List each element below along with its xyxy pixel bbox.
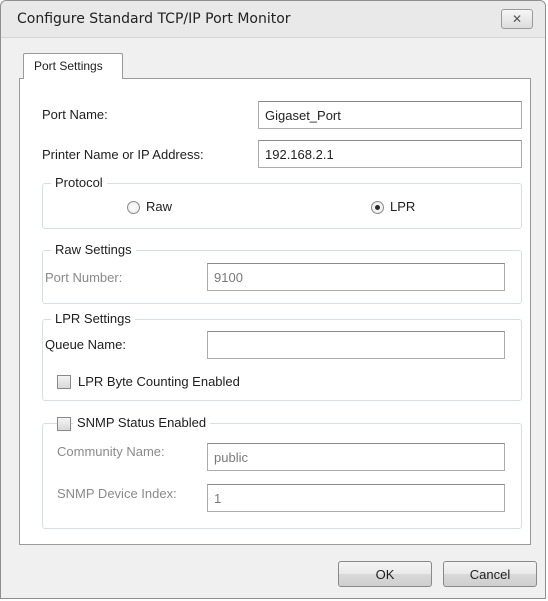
printer-address-input[interactable]: 192.168.2.1 (258, 140, 522, 168)
lpr-settings-group: LPR Settings Queue Name: LPR Byte Counti… (42, 311, 522, 401)
queue-name-input[interactable] (207, 331, 505, 359)
lpr-byte-counting-checkbox[interactable] (57, 375, 71, 389)
raw-settings-title: Raw Settings (51, 242, 136, 257)
snmp-status-checkbox[interactable] (57, 417, 71, 431)
radio-selected-dot (375, 205, 380, 210)
queue-name-label: Queue Name: (45, 337, 126, 352)
protocol-group-title: Protocol (51, 175, 107, 190)
raw-settings-group: Raw Settings Port Number: 9100 (42, 242, 522, 304)
port-number-label: Port Number: (45, 270, 123, 285)
raw-radio-label[interactable]: Raw (146, 199, 172, 214)
raw-radio[interactable] (127, 201, 140, 214)
port-name-label: Port Name: (42, 107, 108, 122)
port-settings-panel: Port Name: Gigaset_Port Printer Name or … (19, 78, 531, 545)
window-title: Configure Standard TCP/IP Port Monitor (17, 11, 291, 27)
snmp-device-index-label: SNMP Device Index: (57, 486, 177, 501)
snmp-status-label[interactable]: SNMP Status Enabled (73, 415, 211, 430)
lpr-settings-title: LPR Settings (51, 311, 135, 326)
port-number-input[interactable]: 9100 (207, 263, 505, 291)
cancel-button[interactable]: Cancel (443, 561, 537, 587)
ok-button[interactable]: OK (338, 561, 432, 587)
protocol-group: Protocol Raw LPR (42, 175, 522, 229)
community-name-label: Community Name: (57, 444, 165, 459)
community-name-input[interactable]: public (207, 443, 505, 471)
printer-address-label: Printer Name or IP Address: (42, 147, 204, 162)
port-name-input[interactable]: Gigaset_Port (258, 101, 522, 129)
close-icon: ✕ (511, 12, 523, 26)
dialog-window: Configure Standard TCP/IP Port Monitor ✕… (0, 0, 546, 599)
tab-port-settings[interactable]: Port Settings (23, 53, 123, 79)
lpr-byte-counting-label[interactable]: LPR Byte Counting Enabled (78, 374, 240, 389)
close-button[interactable]: ✕ (501, 9, 533, 29)
snmp-device-index-input[interactable]: 1 (207, 484, 505, 512)
title-bar[interactable]: Configure Standard TCP/IP Port Monitor ✕ (1, 1, 545, 38)
snmp-group: SNMP Status Enabled Community Name: publ… (42, 415, 522, 529)
lpr-radio[interactable] (371, 201, 384, 214)
lpr-radio-label[interactable]: LPR (390, 199, 415, 214)
